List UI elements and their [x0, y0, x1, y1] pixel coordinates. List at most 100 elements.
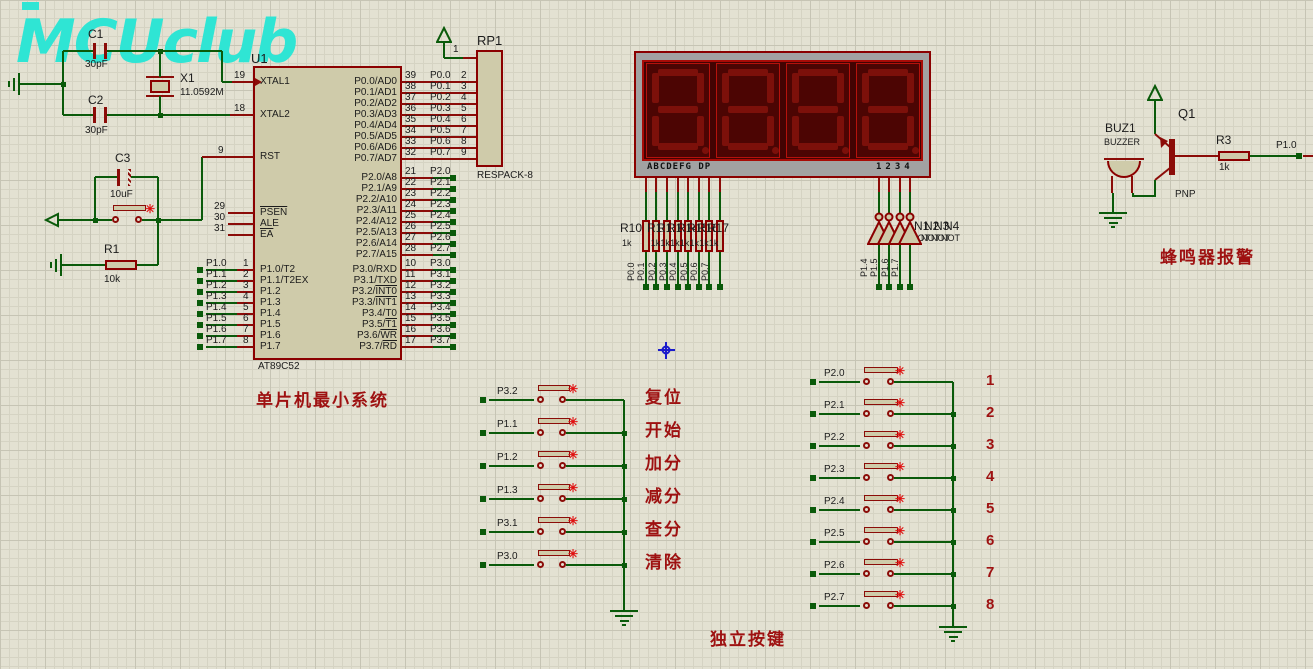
resistor-r3[interactable] — [1218, 151, 1250, 161]
terminal[interactable] — [810, 539, 816, 545]
wire-h[interactable] — [819, 541, 860, 543]
wire-h[interactable] — [819, 509, 860, 511]
terminal[interactable] — [810, 571, 816, 577]
wire-h[interactable] — [63, 114, 93, 116]
ground-icon[interactable] — [610, 610, 638, 628]
terminal[interactable] — [197, 267, 203, 273]
terminal[interactable] — [886, 284, 892, 290]
wire-h[interactable] — [1133, 195, 1156, 197]
terminal[interactable] — [480, 529, 486, 535]
wire-h[interactable] — [819, 605, 860, 607]
wire-v[interactable] — [909, 192, 911, 213]
pin-wire[interactable] — [698, 178, 700, 192]
terminal[interactable] — [197, 278, 203, 284]
wire-v[interactable] — [698, 192, 700, 220]
terminal[interactable] — [197, 289, 203, 295]
pin-wire[interactable] — [1303, 155, 1313, 157]
terminal[interactable] — [480, 430, 486, 436]
pin-wire[interactable] — [888, 178, 890, 192]
wire-h[interactable] — [489, 498, 534, 500]
schematic-canvas[interactable]: MCUclub C1 30pF C2 30pF X1 11.0592M C3 1… — [0, 0, 1313, 669]
terminal[interactable] — [653, 284, 659, 290]
wire-v[interactable] — [645, 192, 647, 220]
key-button[interactable] — [532, 384, 572, 406]
wire-h[interactable] — [566, 399, 624, 401]
actuator-star[interactable]: ✳ — [568, 548, 578, 560]
wire-h[interactable] — [137, 264, 158, 266]
key-button[interactable] — [858, 366, 898, 388]
wire-v[interactable] — [221, 51, 223, 82]
wire-v[interactable] — [94, 177, 96, 220]
pin-wire[interactable] — [687, 178, 689, 192]
wire-h[interactable] — [894, 573, 953, 575]
wire-h[interactable] — [489, 399, 534, 401]
wire-v[interactable] — [677, 192, 679, 220]
terminal[interactable] — [897, 284, 903, 290]
actuator-star[interactable]: ✳ — [895, 493, 905, 505]
wire-h[interactable] — [489, 432, 534, 434]
respack-body[interactable] — [476, 50, 503, 167]
wire-v[interactable] — [719, 192, 721, 220]
wire-v[interactable] — [1154, 180, 1156, 196]
wire-h[interactable] — [222, 81, 232, 83]
wire-v[interactable] — [159, 53, 161, 77]
terminal[interactable] — [685, 284, 691, 290]
pin-wire[interactable] — [237, 346, 254, 348]
pin-wire[interactable] — [230, 114, 254, 116]
wire-h[interactable] — [894, 509, 953, 511]
terminal[interactable] — [810, 411, 816, 417]
key-button[interactable] — [532, 483, 572, 505]
pin-wire[interactable] — [1131, 176, 1133, 193]
pin-wire[interactable] — [463, 57, 476, 59]
terminal[interactable] — [197, 311, 203, 317]
wire-h[interactable] — [63, 50, 93, 52]
wire-v[interactable] — [159, 96, 161, 115]
terminal[interactable] — [480, 562, 486, 568]
actuator-star[interactable]: ✳ — [895, 461, 905, 473]
wire-v[interactable] — [719, 252, 721, 287]
wire-v[interactable] — [201, 157, 203, 220]
wire-h[interactable] — [566, 531, 624, 533]
wire-v[interactable] — [878, 192, 880, 213]
wire-h[interactable] — [444, 57, 463, 59]
key-button[interactable] — [858, 526, 898, 548]
actuator-star[interactable]: ✳ — [568, 515, 578, 527]
terminal[interactable] — [197, 333, 203, 339]
key-button[interactable] — [858, 430, 898, 452]
pin-wire[interactable] — [666, 178, 668, 192]
terminal[interactable] — [810, 443, 816, 449]
crystal-body[interactable] — [150, 80, 170, 93]
terminal[interactable] — [810, 603, 816, 609]
actuator-star[interactable]: ✳ — [568, 383, 578, 395]
key-button[interactable] — [532, 549, 572, 571]
wire-h[interactable] — [18, 83, 63, 85]
wire-h[interactable] — [142, 219, 202, 221]
actuator-star[interactable]: ✳ — [568, 449, 578, 461]
wire-v[interactable] — [909, 245, 911, 287]
pin-wire[interactable] — [1104, 158, 1144, 160]
pin-wire[interactable] — [228, 234, 254, 236]
wire-h[interactable] — [819, 381, 860, 383]
wire-v[interactable] — [623, 400, 625, 604]
key-button[interactable] — [858, 494, 898, 516]
actuator-star[interactable]: ✳ — [895, 397, 905, 409]
not-gate[interactable] — [897, 212, 923, 246]
pin-wire[interactable] — [645, 178, 647, 192]
terminal[interactable] — [197, 322, 203, 328]
wire-h[interactable] — [819, 445, 860, 447]
terminal[interactable] — [480, 463, 486, 469]
actuator-star[interactable]: ✳ — [895, 589, 905, 601]
wire-h[interactable] — [819, 573, 860, 575]
wire-v[interactable] — [952, 382, 954, 620]
wire-h[interactable] — [206, 346, 237, 348]
wire-h[interactable] — [60, 264, 105, 266]
pnp-transistor[interactable] — [1148, 128, 1184, 188]
pin-wire[interactable] — [401, 158, 476, 160]
terminal[interactable] — [480, 496, 486, 502]
key-button[interactable] — [858, 558, 898, 580]
wire-h[interactable] — [566, 465, 624, 467]
pin-wire[interactable] — [1111, 176, 1113, 193]
pin-wire[interactable] — [909, 178, 911, 192]
actuator-star[interactable]: ✳ — [568, 482, 578, 494]
actuator-star[interactable]: ✳ — [568, 416, 578, 428]
